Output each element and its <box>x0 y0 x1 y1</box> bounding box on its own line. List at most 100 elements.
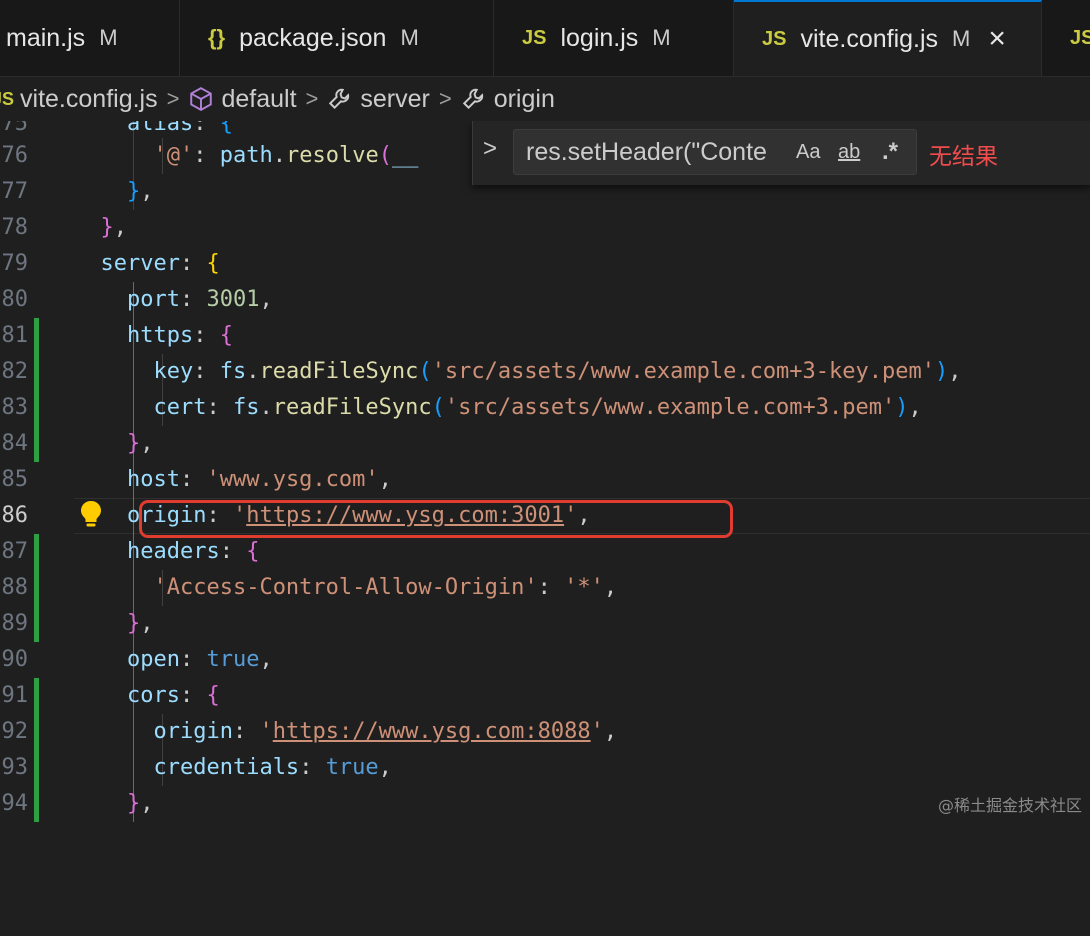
js-file-icon: JS <box>762 27 787 50</box>
breadcrumb-file[interactable]: vite.config.js <box>20 85 158 114</box>
lightbulb-icon[interactable] <box>78 499 104 535</box>
find-result-status: 无结果 <box>929 143 998 169</box>
git-modified-bar <box>34 606 39 642</box>
js-file-icon: JS <box>0 88 15 109</box>
tab-login-js[interactable]: JS login.js M <box>494 0 734 76</box>
tab-vite-config-js[interactable]: JS vite.config.js M × <box>734 0 1042 76</box>
tab-overflow[interactable]: JS <box>1042 0 1090 76</box>
line-content: }, <box>126 431 154 456</box>
match-whole-word-toggle[interactable]: ab <box>838 130 860 174</box>
line-number: 84 <box>1 431 29 456</box>
code-line: 80 port: 3001, <box>0 282 1090 318</box>
annotation-highlight-box <box>139 500 733 538</box>
tab-main-js[interactable]: main.js M <box>0 0 180 76</box>
line-number: 79 <box>1 251 29 276</box>
regex-toggle[interactable]: .* <box>882 130 898 174</box>
line-content: key: fs.readFileSync('src/assets/www.exa… <box>153 359 962 384</box>
code-line: 89 }, <box>0 606 1090 642</box>
code-line: 85 host: 'www.ysg.com', <box>0 462 1090 498</box>
git-modified-bar <box>34 426 39 462</box>
git-modified-bar <box>34 354 39 390</box>
find-input[interactable] <box>526 130 792 174</box>
line-content: headers: { <box>126 539 260 564</box>
line-number: 89 <box>1 611 29 636</box>
line-content: }, <box>126 611 154 636</box>
line-content: port: 3001, <box>126 287 273 312</box>
code-line: 78 }, <box>0 210 1090 246</box>
breadcrumb-default[interactable]: default <box>221 85 296 114</box>
code-line: 94 }, <box>0 786 1090 822</box>
tab-label: package.json <box>239 23 387 52</box>
git-modified-bar <box>34 318 39 354</box>
modified-indicator: M <box>952 26 971 51</box>
line-number: 82 <box>1 359 29 384</box>
tab-label: login.js <box>560 23 639 52</box>
line-number: 76 <box>1 143 29 168</box>
modified-indicator: M <box>652 25 671 50</box>
code-line: 88 'Access-Control-Allow-Origin': '*', <box>0 570 1090 606</box>
line-number: 81 <box>1 323 29 348</box>
line-content: server: { <box>100 251 220 276</box>
line-number: 90 <box>1 647 29 672</box>
line-number: 88 <box>1 575 29 600</box>
find-widget: > Aa ab .* 无结果 <box>472 121 1090 185</box>
git-modified-bar <box>34 786 39 822</box>
line-content: credentials: true, <box>153 755 392 780</box>
js-file-icon: JS <box>522 26 547 49</box>
code-editor[interactable]: 75 alias: { 76 '@': path.resolve(__ 77 }… <box>0 106 1090 822</box>
watermark: @稀土掘金技术社区 <box>937 796 1082 815</box>
modified-indicator: M <box>99 25 118 50</box>
code-line: 92 origin: 'https://www.ysg.com:8088', <box>0 714 1090 750</box>
line-number: 83 <box>1 395 29 420</box>
line-number: 93 <box>1 755 29 780</box>
tab-bar: main.js M {} package.json M JS login.js … <box>0 0 1090 77</box>
line-content: https: { <box>126 323 233 348</box>
chevron-right-icon[interactable]: > <box>483 135 497 163</box>
line-content: host: 'www.ysg.com', <box>126 467 392 492</box>
line-content: 'Access-Control-Allow-Origin': '*', <box>153 575 618 600</box>
chevron-right-icon: > <box>166 86 180 111</box>
line-content: }, <box>126 791 154 816</box>
wrench-icon <box>461 86 487 112</box>
line-number: 77 <box>1 179 29 204</box>
line-number: 94 <box>1 791 29 816</box>
tab-label: main.js <box>6 23 86 52</box>
js-file-icon: JS <box>1070 26 1090 49</box>
code-line: 91 cors: { <box>0 678 1090 714</box>
line-number: 85 <box>1 467 29 492</box>
line-content: origin: 'https://www.ysg.com:8088', <box>153 719 618 744</box>
breadcrumb: JS vite.config.js > default > server > o… <box>0 77 1090 121</box>
tab-label: vite.config.js <box>800 24 939 53</box>
git-modified-bar <box>34 534 39 570</box>
line-content: cors: { <box>126 683 220 708</box>
git-modified-bar <box>34 390 39 426</box>
code-line: 84 }, <box>0 426 1090 462</box>
breadcrumb-origin[interactable]: origin <box>494 85 555 114</box>
line-number: 91 <box>1 683 29 708</box>
line-content: cert: fs.readFileSync('src/assets/www.ex… <box>153 395 922 420</box>
json-file-icon: {} <box>208 25 226 50</box>
code-line: 82 key: fs.readFileSync('src/assets/www.… <box>0 354 1090 390</box>
git-modified-bar <box>34 678 39 714</box>
git-modified-bar <box>34 750 39 786</box>
code-line: 87 headers: { <box>0 534 1090 570</box>
line-number: 86 <box>1 503 29 528</box>
match-case-toggle[interactable]: Aa <box>796 130 820 174</box>
code-line: 79 server: { <box>0 246 1090 282</box>
close-icon[interactable]: × <box>988 24 1006 54</box>
code-line: 83 cert: fs.readFileSync('src/assets/www… <box>0 390 1090 426</box>
tab-package-json[interactable]: {} package.json M <box>180 0 494 76</box>
breadcrumb-server[interactable]: server <box>360 85 429 114</box>
git-modified-bar <box>34 714 39 750</box>
line-content: open: true, <box>126 647 273 672</box>
cube-icon <box>188 86 214 112</box>
line-number: 80 <box>1 287 29 312</box>
find-input-container: Aa ab .* <box>513 129 917 175</box>
line-number: 78 <box>1 215 29 240</box>
line-number: 92 <box>1 719 29 744</box>
code-line: 90 open: true, <box>0 642 1090 678</box>
line-content: }, <box>126 179 154 204</box>
code-line: 93 credentials: true, <box>0 750 1090 786</box>
modified-indicator: M <box>400 25 419 50</box>
chevron-right-icon: > <box>438 86 452 111</box>
